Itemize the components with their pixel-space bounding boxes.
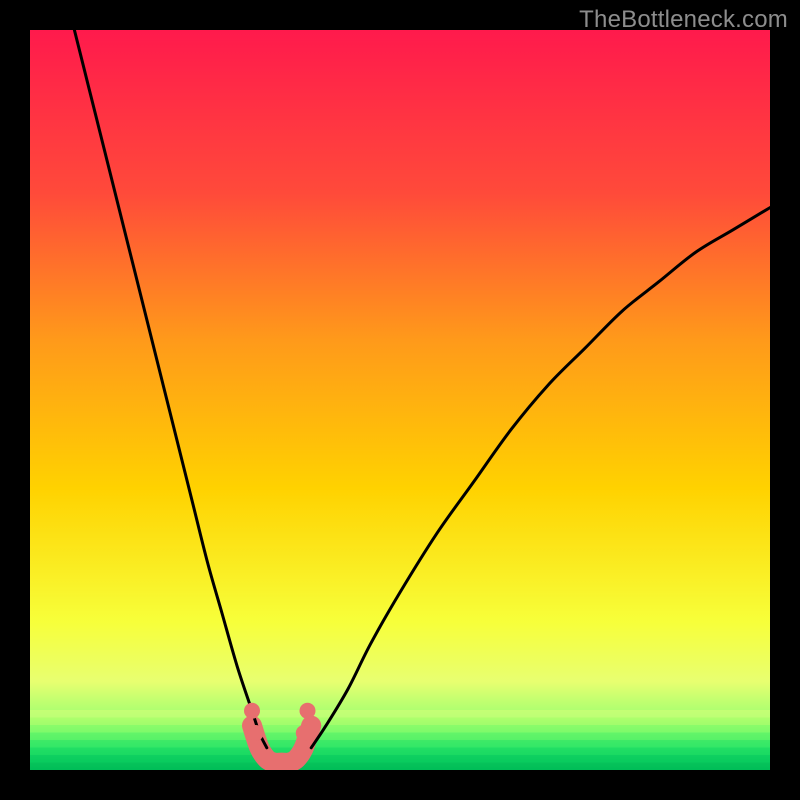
valley-dot [296,725,312,741]
chart-frame: TheBottleneck.com [0,0,800,800]
valley-dot [300,703,316,719]
bottleneck-chart [30,30,770,770]
valley-dot [244,703,260,719]
valley-dot [248,725,264,741]
plot-area [30,30,770,770]
bottom-color-bands [30,710,770,770]
gradient-background [30,30,770,770]
